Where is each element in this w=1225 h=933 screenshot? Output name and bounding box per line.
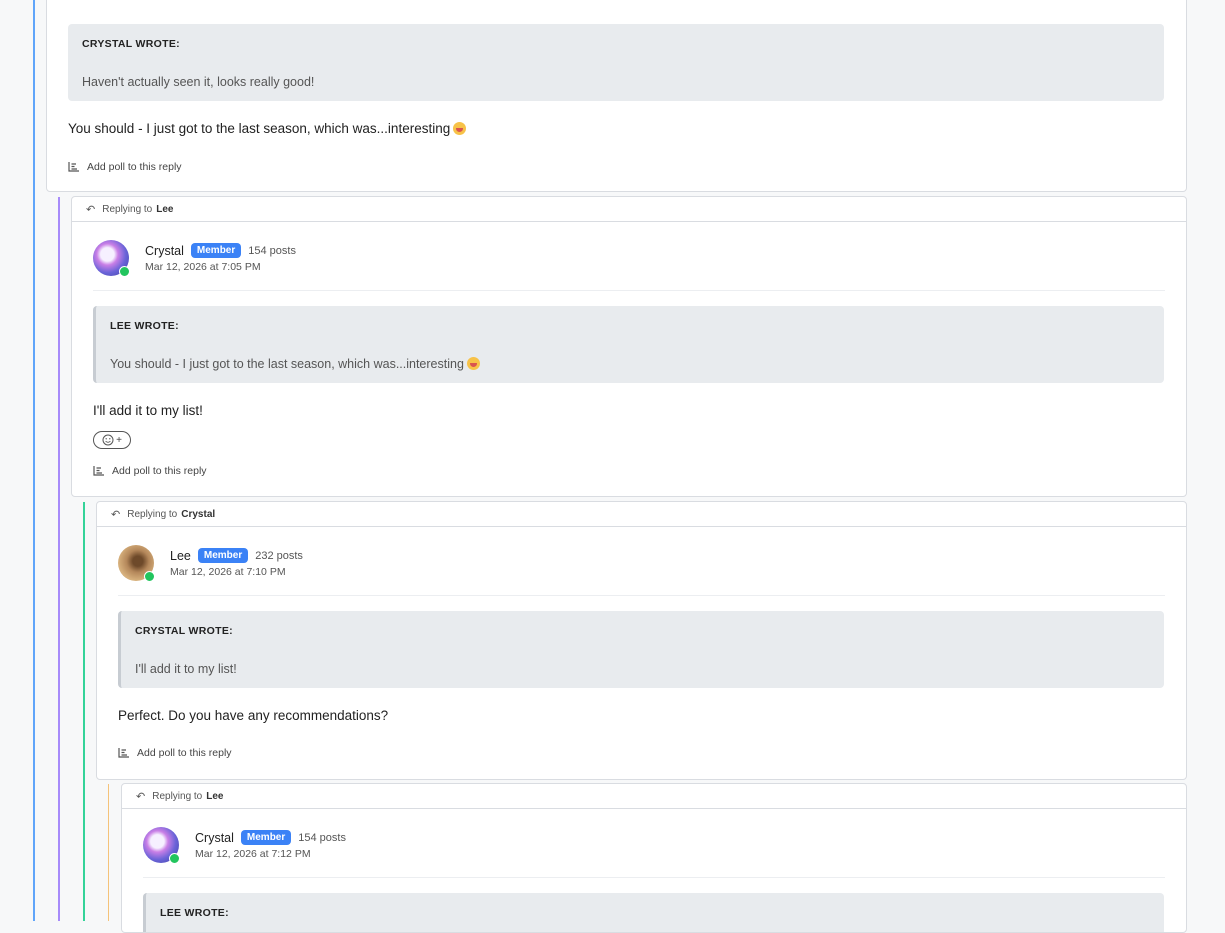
online-status-icon [144, 571, 155, 582]
author-line: Crystal Member 154 posts [145, 243, 296, 258]
add-poll-link[interactable]: Add poll to this reply [93, 465, 207, 477]
thread-line-level-4 [108, 784, 109, 921]
quote-block: CRYSTAL WROTE: I'll add it to my list! [118, 611, 1164, 688]
post-header: Crystal Member 154 posts Mar 12, 2026 at… [93, 240, 1165, 291]
add-poll-link[interactable]: Add poll to this reply [68, 161, 182, 173]
author-line: Lee Member 232 posts [170, 548, 303, 563]
reply-arrow-icon: ↶ [111, 508, 121, 521]
replying-to-name[interactable]: Crystal [181, 509, 215, 520]
quote-text: I'll add it to my list! [135, 662, 237, 676]
replying-to-bar: ↶ Replying to Lee [72, 197, 1186, 222]
grinning-face-icon [453, 122, 467, 135]
quote-block: CRYSTAL WROTE: Haven't actually seen it,… [68, 24, 1164, 101]
smiley-icon [102, 434, 114, 446]
replying-to-prefix: Replying to [127, 508, 178, 520]
add-poll-label: Add poll to this reply [87, 161, 182, 173]
post-count: 154 posts [298, 831, 346, 844]
grinning-face-icon [466, 357, 480, 370]
avatar[interactable] [93, 240, 130, 277]
add-reaction-button[interactable]: + [93, 431, 131, 449]
member-badge: Member [240, 830, 292, 845]
quote-block: LEE WROTE: [143, 893, 1164, 932]
quote-author: CRYSTAL WROTE: [82, 38, 180, 50]
quote-text-content: You should - I just got to the last seas… [110, 357, 464, 371]
bar-chart-icon [118, 748, 129, 758]
author-name[interactable]: Lee [170, 549, 191, 563]
post-timestamp: Mar 12, 2026 at 7:12 PM [195, 848, 311, 860]
member-badge: Member [190, 243, 242, 258]
reply-post-4: ↶ Replying to Lee Crystal Member 154 pos… [121, 783, 1187, 933]
add-poll-label: Add poll to this reply [112, 465, 207, 477]
thread-line-level-3 [83, 502, 85, 921]
post-timestamp: Mar 12, 2026 at 7:10 PM [170, 566, 286, 578]
replying-to-name[interactable]: Lee [206, 791, 223, 802]
replying-to-bar: ↶ Replying to Crystal [97, 502, 1186, 527]
reply-arrow-icon: ↶ [136, 790, 146, 803]
member-badge: Member [197, 548, 249, 563]
add-poll-link[interactable]: Add poll to this reply [118, 747, 232, 759]
quote-author: CRYSTAL WROTE: [135, 625, 233, 637]
reply-post-1: CRYSTAL WROTE: Haven't actually seen it,… [46, 0, 1187, 192]
reply-post-3: ↶ Replying to Crystal Lee Member 232 pos… [96, 501, 1187, 780]
post-count: 232 posts [255, 549, 303, 562]
thread-line-level-2 [58, 197, 60, 921]
quote-text: You should - I just got to the last seas… [110, 357, 480, 371]
post-header: Lee Member 232 posts Mar 12, 2026 at 7:1… [118, 545, 1165, 596]
post-body: Perfect. Do you have any recommendations… [118, 708, 389, 723]
quote-text: Haven't actually seen it, looks really g… [82, 75, 315, 89]
replying-to-name[interactable]: Lee [156, 204, 173, 215]
replying-to-prefix: Replying to [102, 203, 153, 215]
online-status-icon [119, 266, 130, 277]
reply-arrow-icon: ↶ [86, 203, 96, 216]
post-body: I'll add it to my list! [93, 403, 203, 418]
add-poll-label: Add poll to this reply [137, 747, 232, 759]
online-status-icon [169, 853, 180, 864]
avatar[interactable] [118, 545, 155, 582]
post-body: You should - I just got to the last seas… [68, 121, 467, 136]
post-header: Crystal Member 154 posts Mar 12, 2026 at… [143, 827, 1165, 878]
post-body-text: You should - I just got to the last seas… [68, 121, 451, 136]
author-name[interactable]: Crystal [195, 831, 234, 845]
bar-chart-icon [93, 466, 104, 476]
quote-author: LEE WROTE: [110, 320, 179, 332]
reply-post-2: ↶ Replying to Lee Crystal Member 154 pos… [71, 196, 1187, 497]
avatar[interactable] [143, 827, 180, 864]
author-line: Crystal Member 154 posts [195, 830, 346, 845]
author-name[interactable]: Crystal [145, 244, 184, 258]
replying-to-bar: ↶ Replying to Lee [122, 784, 1186, 809]
thread-line-level-1 [33, 0, 35, 921]
bar-chart-icon [68, 162, 79, 172]
add-reaction-plus: + [116, 434, 122, 446]
replying-to-prefix: Replying to [152, 790, 203, 802]
quote-block: LEE WROTE: You should - I just got to th… [93, 306, 1164, 383]
post-timestamp: Mar 12, 2026 at 7:05 PM [145, 261, 261, 273]
quote-author: LEE WROTE: [160, 907, 229, 919]
post-count: 154 posts [248, 244, 296, 257]
